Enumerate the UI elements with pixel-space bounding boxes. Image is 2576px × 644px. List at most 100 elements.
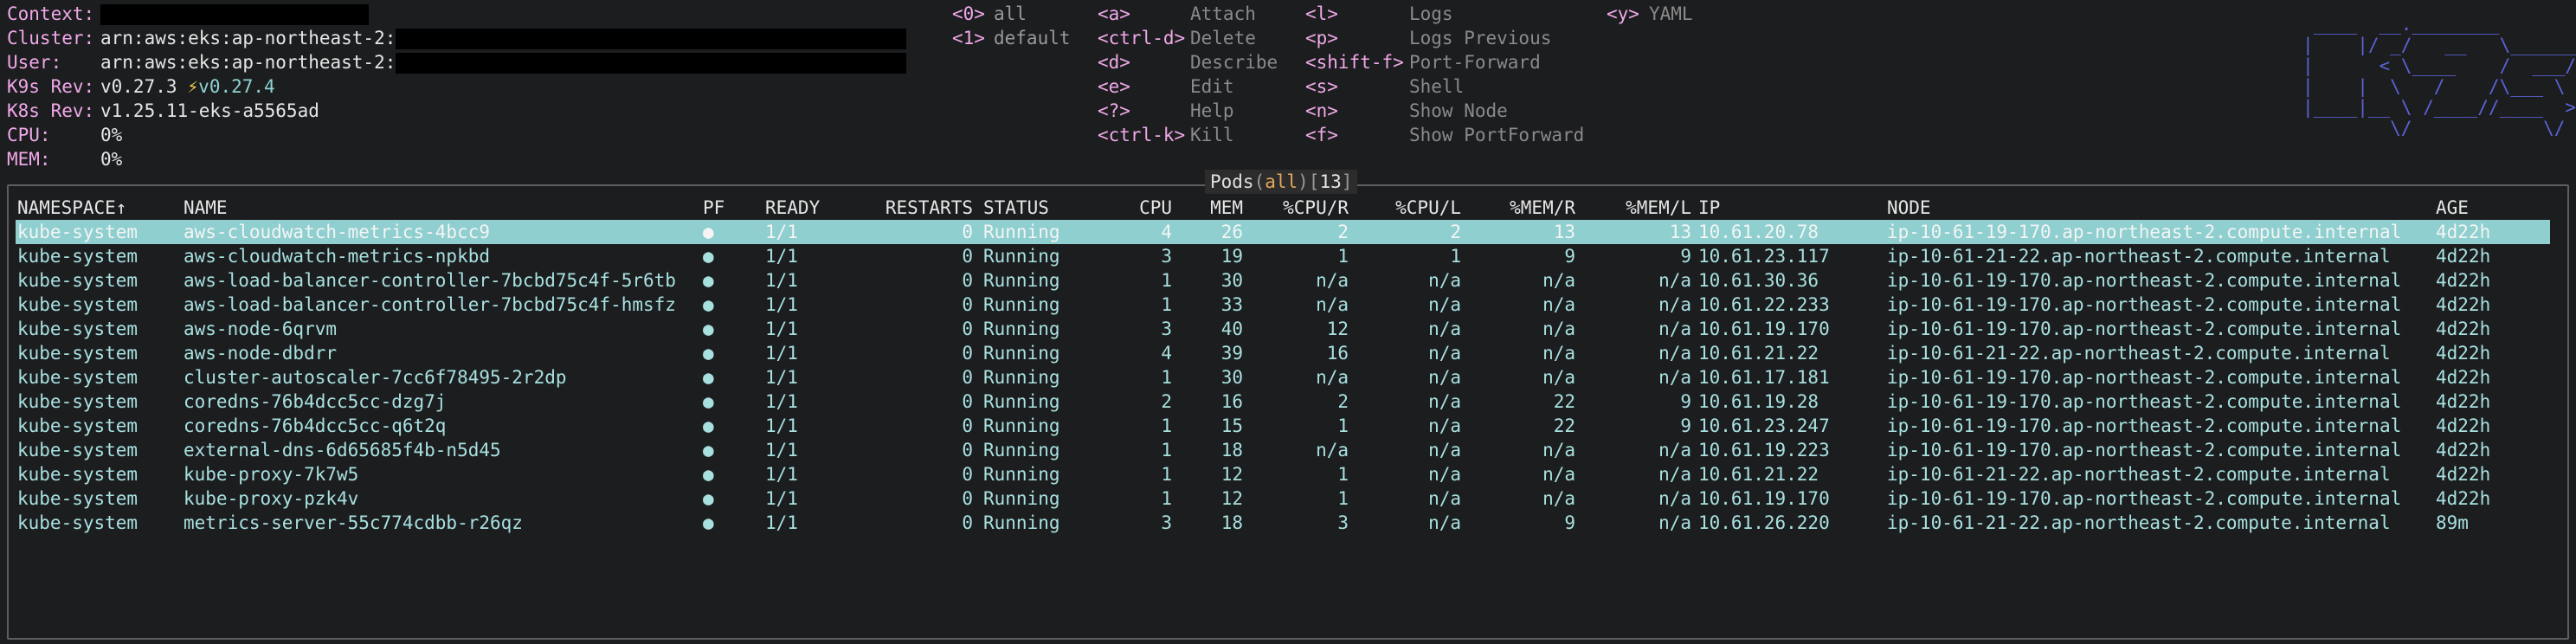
column-header-mem-r[interactable]: %MEM/R bbox=[1472, 196, 1575, 220]
hotkey-label[interactable]: Describe bbox=[1190, 50, 1278, 74]
column-header-node[interactable]: NODE bbox=[1887, 196, 2441, 220]
cell-node: ip-10-61-21-22.ap-northeast-2.compute.in… bbox=[1887, 343, 2391, 364]
column-header-mem[interactable]: MEM bbox=[1177, 196, 1243, 220]
hotkey-label[interactable]: YAML bbox=[1649, 2, 1693, 26]
cell-restarts: 0 bbox=[962, 512, 973, 533]
hotkey-label[interactable]: Show Node bbox=[1409, 99, 1508, 123]
cell-mem-l: n/a bbox=[1658, 367, 1691, 388]
namespace-shortcut-label[interactable]: default bbox=[994, 26, 1071, 50]
cell-cpu-r: 1 bbox=[1337, 246, 1349, 267]
cell-ip: 10.61.23.117 bbox=[1698, 246, 1830, 267]
cell-cpu-r: n/a bbox=[1316, 367, 1349, 388]
port-forward-dot-icon: ● bbox=[703, 270, 714, 291]
hotkey-key[interactable]: <ctrl-k> bbox=[1098, 123, 1185, 147]
table-row[interactable]: kube-system coredns-76b4dcc5cc-dzg7j ● 1/1 0… bbox=[16, 390, 2550, 414]
hotkey-key[interactable]: <a> bbox=[1098, 2, 1130, 26]
hotkey-label[interactable]: Kill bbox=[1190, 123, 1234, 147]
column-header-ready[interactable]: READY bbox=[765, 196, 869, 220]
cell-cpu-r: 16 bbox=[1326, 343, 1349, 364]
column-header-mem-l[interactable]: %MEM/L bbox=[1584, 196, 1691, 220]
table-row[interactable]: kube-system aws-load-balancer-controller-… bbox=[16, 268, 2550, 293]
namespace-shortcut-label[interactable]: all bbox=[994, 2, 1027, 26]
cell-age: 89m bbox=[2436, 512, 2469, 533]
table-row[interactable]: kube-system aws-cloudwatch-metrics-4bcc9 ●… bbox=[16, 220, 2550, 244]
hotkey-key[interactable]: <f> bbox=[1305, 123, 1338, 147]
table-row[interactable]: kube-system external-dns-6d65685f4b-n5d45… bbox=[16, 438, 2550, 462]
cell-node: ip-10-61-19-170.ap-northeast-2.compute.i… bbox=[1887, 440, 2402, 460]
hotkey-key[interactable]: <l> bbox=[1305, 2, 1338, 26]
cell-cpu-l: 1 bbox=[1450, 246, 1461, 267]
table-row[interactable]: kube-system aws-cloudwatch-metrics-npkbd ●… bbox=[16, 244, 2550, 268]
cell-node: ip-10-61-19-170.ap-northeast-2.compute.i… bbox=[1887, 415, 2402, 436]
hotkey-label[interactable]: Help bbox=[1190, 99, 1234, 123]
hotkey-label[interactable]: Delete bbox=[1190, 26, 1256, 50]
table-row[interactable]: kube-system metrics-server-55c774cdbb-r26… bbox=[16, 511, 2550, 535]
column-header-ip[interactable]: IP bbox=[1698, 196, 1871, 220]
cell-cpu: 1 bbox=[1161, 464, 1172, 485]
hotkey-label[interactable]: Attach bbox=[1190, 2, 1256, 26]
column-header-age[interactable]: AGE bbox=[2436, 196, 2540, 220]
table-row[interactable]: kube-system cluster-autoscaler-7cc6f78495… bbox=[16, 365, 2550, 390]
hotkey-label[interactable]: Logs bbox=[1409, 2, 1453, 26]
column-header-name[interactable]: NAME bbox=[184, 196, 686, 220]
column-header-cpu-l[interactable]: %CPU/L bbox=[1359, 196, 1461, 220]
cell-mem-r: n/a bbox=[1542, 464, 1575, 485]
hotkey-label[interactable]: Port-Forward bbox=[1409, 50, 1541, 74]
hotkey-label[interactable]: Edit bbox=[1190, 74, 1234, 99]
cell-cpu: 1 bbox=[1161, 488, 1172, 509]
table-row[interactable]: kube-system aws-node-6qrvm ● 1/1 0 Running 3 40… bbox=[16, 317, 2550, 341]
info-line: User: arn:aws:eks:ap-northeast-2: bbox=[7, 50, 907, 74]
column-header-cpu-r[interactable]: %CPU/R bbox=[1246, 196, 1349, 220]
cell-age: 4d22h bbox=[2436, 270, 2491, 291]
cell-ready: 1/1 bbox=[765, 270, 798, 291]
hotkey-key[interactable]: <y> bbox=[1607, 2, 1639, 26]
column-header-pf[interactable]: PF bbox=[703, 196, 737, 220]
hotkey-key[interactable]: <shift-f> bbox=[1305, 50, 1404, 74]
cell-mem: 30 bbox=[1220, 270, 1243, 291]
cell-restarts: 0 bbox=[962, 367, 973, 388]
port-forward-dot-icon: ● bbox=[703, 440, 714, 460]
namespace-shortcut-key[interactable]: <1> bbox=[952, 26, 985, 50]
cell-mem: 18 bbox=[1220, 440, 1243, 460]
cell-age: 4d22h bbox=[2436, 415, 2491, 436]
namespace-shortcut-key[interactable]: <0> bbox=[952, 2, 985, 26]
cell-ready: 1/1 bbox=[765, 367, 798, 388]
port-forward-dot-icon: ● bbox=[703, 512, 714, 533]
cell-mem: 33 bbox=[1220, 294, 1243, 315]
hotkey-key[interactable]: <d> bbox=[1098, 50, 1130, 74]
hotkey-key[interactable]: <n> bbox=[1305, 99, 1338, 123]
cell-mem: 12 bbox=[1220, 464, 1243, 485]
hotkey-label[interactable]: Shell bbox=[1409, 74, 1464, 99]
table-row[interactable]: kube-system coredns-76b4dcc5cc-q6t2q ● 1/1 0… bbox=[16, 414, 2550, 438]
hotkey-key[interactable]: <e> bbox=[1098, 74, 1130, 99]
cell-cpu-r: 2 bbox=[1337, 391, 1349, 412]
cell-restarts: 0 bbox=[962, 440, 973, 460]
cell-name: aws-cloudwatch-metrics-npkbd bbox=[184, 246, 491, 267]
hotkey-label[interactable]: Logs Previous bbox=[1409, 26, 1551, 50]
hotkey-key[interactable]: <p> bbox=[1305, 26, 1338, 50]
table-row[interactable]: kube-system aws-load-balancer-controller-… bbox=[16, 293, 2550, 317]
hotkey-key[interactable]: <ctrl-d> bbox=[1098, 26, 1185, 50]
cell-cpu: 1 bbox=[1161, 367, 1172, 388]
hotkey-key[interactable]: <s> bbox=[1305, 74, 1338, 99]
hotkey-label[interactable]: Show PortForward bbox=[1409, 123, 1584, 147]
hotkey-key[interactable]: <?> bbox=[1098, 99, 1130, 123]
cell-mem-l: n/a bbox=[1658, 440, 1691, 460]
cell-namespace: kube-system bbox=[17, 488, 138, 509]
table-row[interactable]: kube-system aws-node-dbdrr ● 1/1 0 Running 4 39… bbox=[16, 341, 2550, 365]
info-key: K8s Rev: bbox=[7, 100, 95, 121]
cell-age: 4d22h bbox=[2436, 488, 2491, 509]
table-row[interactable]: kube-system kube-proxy-pzk4v ● 1/1 0 Running 1… bbox=[16, 486, 2550, 511]
cell-cpu-r: n/a bbox=[1316, 270, 1349, 291]
cell-cpu: 1 bbox=[1161, 294, 1172, 315]
port-forward-dot-icon: ● bbox=[703, 464, 714, 485]
cell-restarts: 0 bbox=[962, 464, 973, 485]
cell-cpu-l: n/a bbox=[1428, 270, 1461, 291]
info-value: arn:aws:eks:ap-northeast-2: bbox=[100, 28, 396, 48]
column-header-namespace[interactable]: NAMESPACE↑ bbox=[17, 196, 182, 220]
table-row[interactable]: kube-system kube-proxy-7k7w5 ● 1/1 0 Running 1… bbox=[16, 462, 2550, 486]
column-header-cpu[interactable]: CPU bbox=[1082, 196, 1172, 220]
cell-name: aws-node-6qrvm bbox=[184, 319, 338, 339]
update-available-icon: ⚡ bbox=[187, 76, 199, 97]
column-header-restarts[interactable]: RESTARTS bbox=[874, 196, 973, 220]
